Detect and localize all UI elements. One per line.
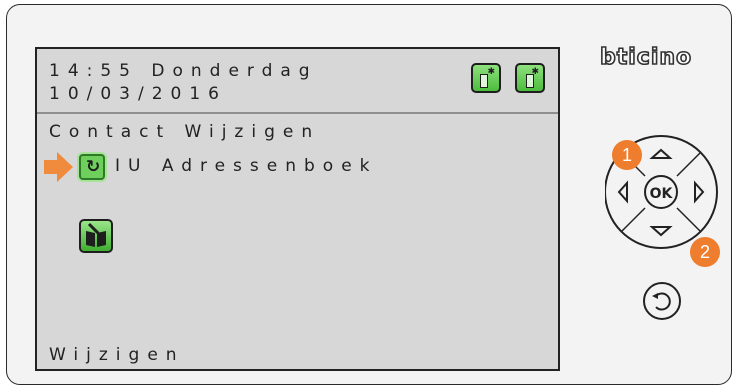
edit-address-book-icon[interactable] xyxy=(79,219,113,253)
intercom-status-icon: ✱ xyxy=(471,63,501,93)
callout-badge-1: 1 xyxy=(612,140,642,170)
menu-item-address-book[interactable]: IU Adressenboek xyxy=(115,156,378,176)
menu-title: Contact Wijzigen xyxy=(49,122,321,142)
callout-badge-2: 2 xyxy=(690,237,720,267)
brand-logo: bticino xyxy=(599,44,693,71)
header-divider xyxy=(37,112,558,114)
ok-label: OK xyxy=(650,186,674,202)
status-time-day: 14:55 Donderdag xyxy=(49,61,318,81)
refresh-icon[interactable]: ↻ xyxy=(79,154,105,180)
footer-label: Wijzigen xyxy=(49,345,185,365)
handset-status-icon: ✱ xyxy=(515,63,545,93)
status-date: 10/03/2016 xyxy=(49,84,227,104)
selection-arrow-head xyxy=(57,152,73,182)
lcd-screen: 14:55 Donderdag 10/03/2016 ✱ ✱ Contact W… xyxy=(35,47,560,371)
back-button[interactable] xyxy=(642,281,682,321)
selection-arrow-icon xyxy=(44,160,58,174)
ok-button[interactable]: OK xyxy=(644,175,678,209)
